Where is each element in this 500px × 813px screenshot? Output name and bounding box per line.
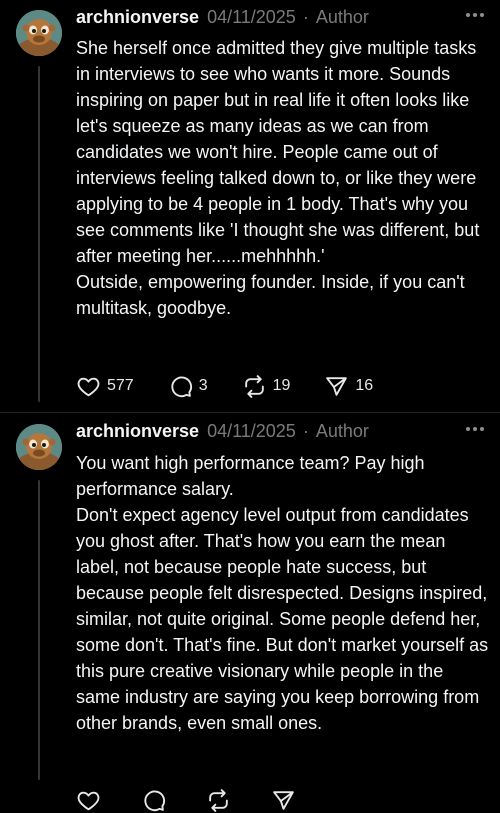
like-button[interactable] — [76, 788, 107, 813]
repost-icon — [244, 374, 264, 398]
thread-line — [38, 480, 40, 780]
comment-icon — [171, 376, 192, 397]
like-button[interactable]: 577 — [76, 374, 134, 399]
username[interactable]: archnionverse — [76, 7, 199, 28]
send-icon — [273, 790, 294, 810]
post-paragraph: Don't expect agency level output from ca… — [76, 505, 489, 733]
post-paragraph: She herself once admitted they give mult… — [76, 38, 480, 266]
post-paragraph: You want high performance team? Pay high… — [76, 453, 425, 499]
thread-line — [38, 66, 40, 402]
post-text: You want high performance team? Pay high… — [76, 450, 491, 736]
repost-button[interactable] — [206, 788, 237, 813]
share-button[interactable]: 16 — [324, 374, 373, 399]
avatar[interactable] — [16, 424, 62, 470]
reply-post-2: archnionverse 04/11/2025 · Author You wa… — [0, 414, 500, 812]
more-icon[interactable] — [466, 5, 484, 25]
reply-count: 3 — [198, 377, 208, 394]
post-paragraph: Outside, empowering founder. Inside, if … — [76, 272, 465, 318]
post-text: She herself once admitted they give mult… — [76, 35, 491, 321]
post-divider — [0, 412, 500, 413]
like-count: 577 — [107, 377, 134, 394]
share-count: 16 — [355, 377, 374, 394]
reply-post-1: archnionverse 04/11/2025 · Author She he… — [0, 0, 500, 415]
separator-dot: · — [302, 421, 309, 441]
post-date: 04/11/2025 — [207, 7, 296, 27]
post-header: archnionverse 04/11/2025 · Author — [76, 7, 484, 31]
action-bar: 577 3 19 16 — [76, 373, 407, 399]
comment-icon — [144, 790, 165, 811]
author-label: Author — [315, 7, 369, 27]
send-icon — [326, 376, 348, 396]
repost-button[interactable]: 19 — [242, 374, 291, 399]
more-icon[interactable] — [466, 419, 484, 439]
reply-button[interactable]: 3 — [168, 374, 208, 399]
username[interactable]: archnionverse — [76, 421, 199, 442]
share-button[interactable] — [271, 788, 302, 813]
post-header: archnionverse 04/11/2025 · Author — [76, 421, 484, 445]
heart-icon — [77, 377, 100, 396]
heart-icon — [77, 791, 100, 810]
action-bar — [76, 787, 336, 813]
repost-count: 19 — [272, 377, 291, 394]
separator-dot: · — [302, 7, 309, 27]
repost-icon — [209, 788, 228, 812]
reply-button[interactable] — [141, 788, 172, 813]
author-label: Author — [315, 421, 369, 441]
post-date: 04/11/2025 — [207, 421, 296, 441]
avatar[interactable] — [16, 10, 62, 56]
